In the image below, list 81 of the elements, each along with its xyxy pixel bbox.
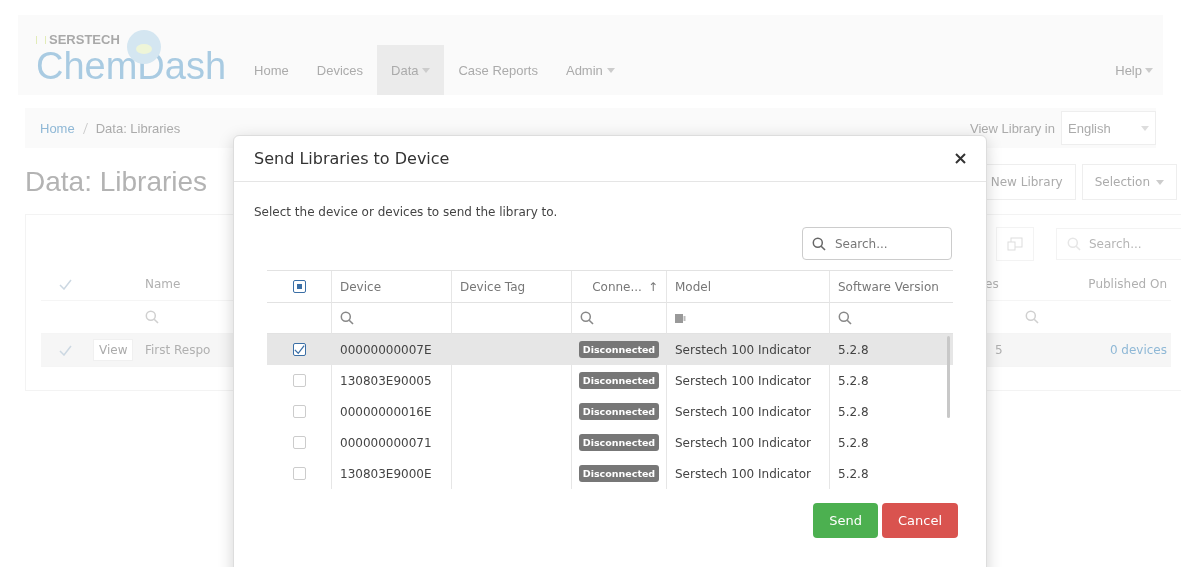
nav-link[interactable]: Home xyxy=(240,45,303,95)
status-badge: Disconnected xyxy=(578,465,660,482)
table-cell: 00000000007E xyxy=(340,342,432,357)
check-icon xyxy=(58,344,72,356)
filter-search-icon xyxy=(838,311,852,325)
caret-icon xyxy=(1141,125,1149,131)
breadcrumb-item[interactable]: Home xyxy=(40,120,75,136)
table-cell: Serstech 100 Indicator xyxy=(675,373,812,388)
filter-search-icon xyxy=(340,311,354,325)
device-row[interactable]: 130803E9000E Disconnected Serstech 100 Indicator 5.2.8 xyxy=(267,458,953,489)
caret-icon xyxy=(1156,179,1164,185)
filter-search-icon xyxy=(145,310,159,324)
logo-mark-icon xyxy=(36,34,46,45)
send-button[interactable]: Send xyxy=(813,503,878,538)
help-menu[interactable]: Help xyxy=(1115,45,1153,95)
column-header[interactable]: Model xyxy=(675,279,712,294)
close-button[interactable] xyxy=(955,153,966,164)
check-icon xyxy=(58,278,72,290)
company-name: SERSTECH xyxy=(49,32,120,47)
table-cell: 5.2.8 xyxy=(838,466,869,481)
select-all-checkbox[interactable] xyxy=(292,280,306,293)
device-search-field[interactable]: Search... xyxy=(802,227,952,260)
search-icon xyxy=(812,237,826,251)
table-cell: 00000000016E xyxy=(340,404,432,419)
status-badge: Disconnected xyxy=(578,341,660,358)
check-icon xyxy=(293,344,305,355)
nav-link[interactable]: Data xyxy=(377,45,445,95)
device-row[interactable]: 000000000071 Disconnected Serstech 100 Indicator 5.2.8 xyxy=(267,427,953,458)
filter-search-icon xyxy=(1025,310,1039,324)
library-search-field[interactable]: Search... xyxy=(1056,228,1181,260)
text-filter-icon[interactable] xyxy=(675,313,687,323)
caret-icon xyxy=(422,67,431,73)
dialog-instruction: Select the device or devices to send the library to. xyxy=(254,205,559,219)
status-badge: Disconnected xyxy=(578,372,660,389)
breadcrumb-item: Data: Libraries xyxy=(95,120,181,136)
device-row[interactable]: 00000000007E Disconnected Serstech 100 Indicator 5.2.8 xyxy=(267,334,953,365)
breadcrumb-separator-icon xyxy=(82,122,88,134)
action-button[interactable]: Selection xyxy=(1081,164,1177,200)
page-title: Data: Libraries xyxy=(25,166,208,198)
language-select[interactable]: English xyxy=(1061,111,1156,145)
column-header[interactable]: Device xyxy=(340,279,382,294)
nav-link[interactable]: Devices xyxy=(302,45,377,95)
row-checkbox[interactable] xyxy=(292,343,306,356)
status-badge: Disconnected xyxy=(578,403,660,420)
table-cell: 5.2.8 xyxy=(838,342,869,357)
device-row[interactable]: 130803E90005 Disconnected Serstech 100 Indicator 5.2.8 xyxy=(267,365,953,396)
table-cell: 130803E90005 xyxy=(340,373,432,388)
table-cell: Serstech 100 Indicator xyxy=(675,404,812,419)
column-header[interactable]: Name xyxy=(145,277,181,291)
scrollbar-thumb[interactable] xyxy=(947,336,950,418)
columns-icon xyxy=(1007,237,1023,251)
nav-link[interactable]: Case Reports xyxy=(444,45,552,95)
status-badge: Disconnected xyxy=(578,434,660,451)
search-icon xyxy=(1067,237,1081,251)
devices-link[interactable]: 0 devices xyxy=(1109,343,1167,357)
column-header[interactable]: Conne... xyxy=(592,279,642,294)
filter-search-icon xyxy=(580,311,594,325)
cancel-button[interactable]: Cancel xyxy=(881,503,958,538)
table-cell: 5.2.8 xyxy=(838,404,869,419)
column-header[interactable]: Device Tag xyxy=(460,279,526,294)
table-cell: 5.2.8 xyxy=(838,373,869,388)
table-cell: 5 xyxy=(995,343,1003,357)
table-cell: 000000000071 xyxy=(340,435,432,450)
table-cell: 130803E9000E xyxy=(340,466,432,481)
sort-indicator[interactable]: ↑ xyxy=(647,279,658,294)
column-header[interactable]: Published On xyxy=(1088,277,1167,291)
table-cell: Serstech 100 Indicator xyxy=(675,466,812,481)
columns-button[interactable] xyxy=(996,227,1034,261)
table-cell: 5.2.8 xyxy=(838,435,869,450)
table-cell: Serstech 100 Indicator xyxy=(675,435,812,450)
table-cell: First Respo xyxy=(145,343,211,357)
column-header[interactable]: Software Version xyxy=(838,279,939,294)
table-cell: Serstech 100 Indicator xyxy=(675,342,812,357)
device-row[interactable]: 00000000016E Disconnected Serstech 100 Indicator 5.2.8 xyxy=(267,396,953,427)
view-button[interactable]: View xyxy=(93,339,134,361)
caret-icon xyxy=(606,67,615,73)
close-icon xyxy=(955,153,966,164)
dialog-title: Send Libraries to Device xyxy=(254,149,450,168)
language-label: View Library in xyxy=(969,120,1055,136)
nav-link[interactable]: Admin xyxy=(551,45,629,95)
caret-icon xyxy=(1145,67,1153,73)
